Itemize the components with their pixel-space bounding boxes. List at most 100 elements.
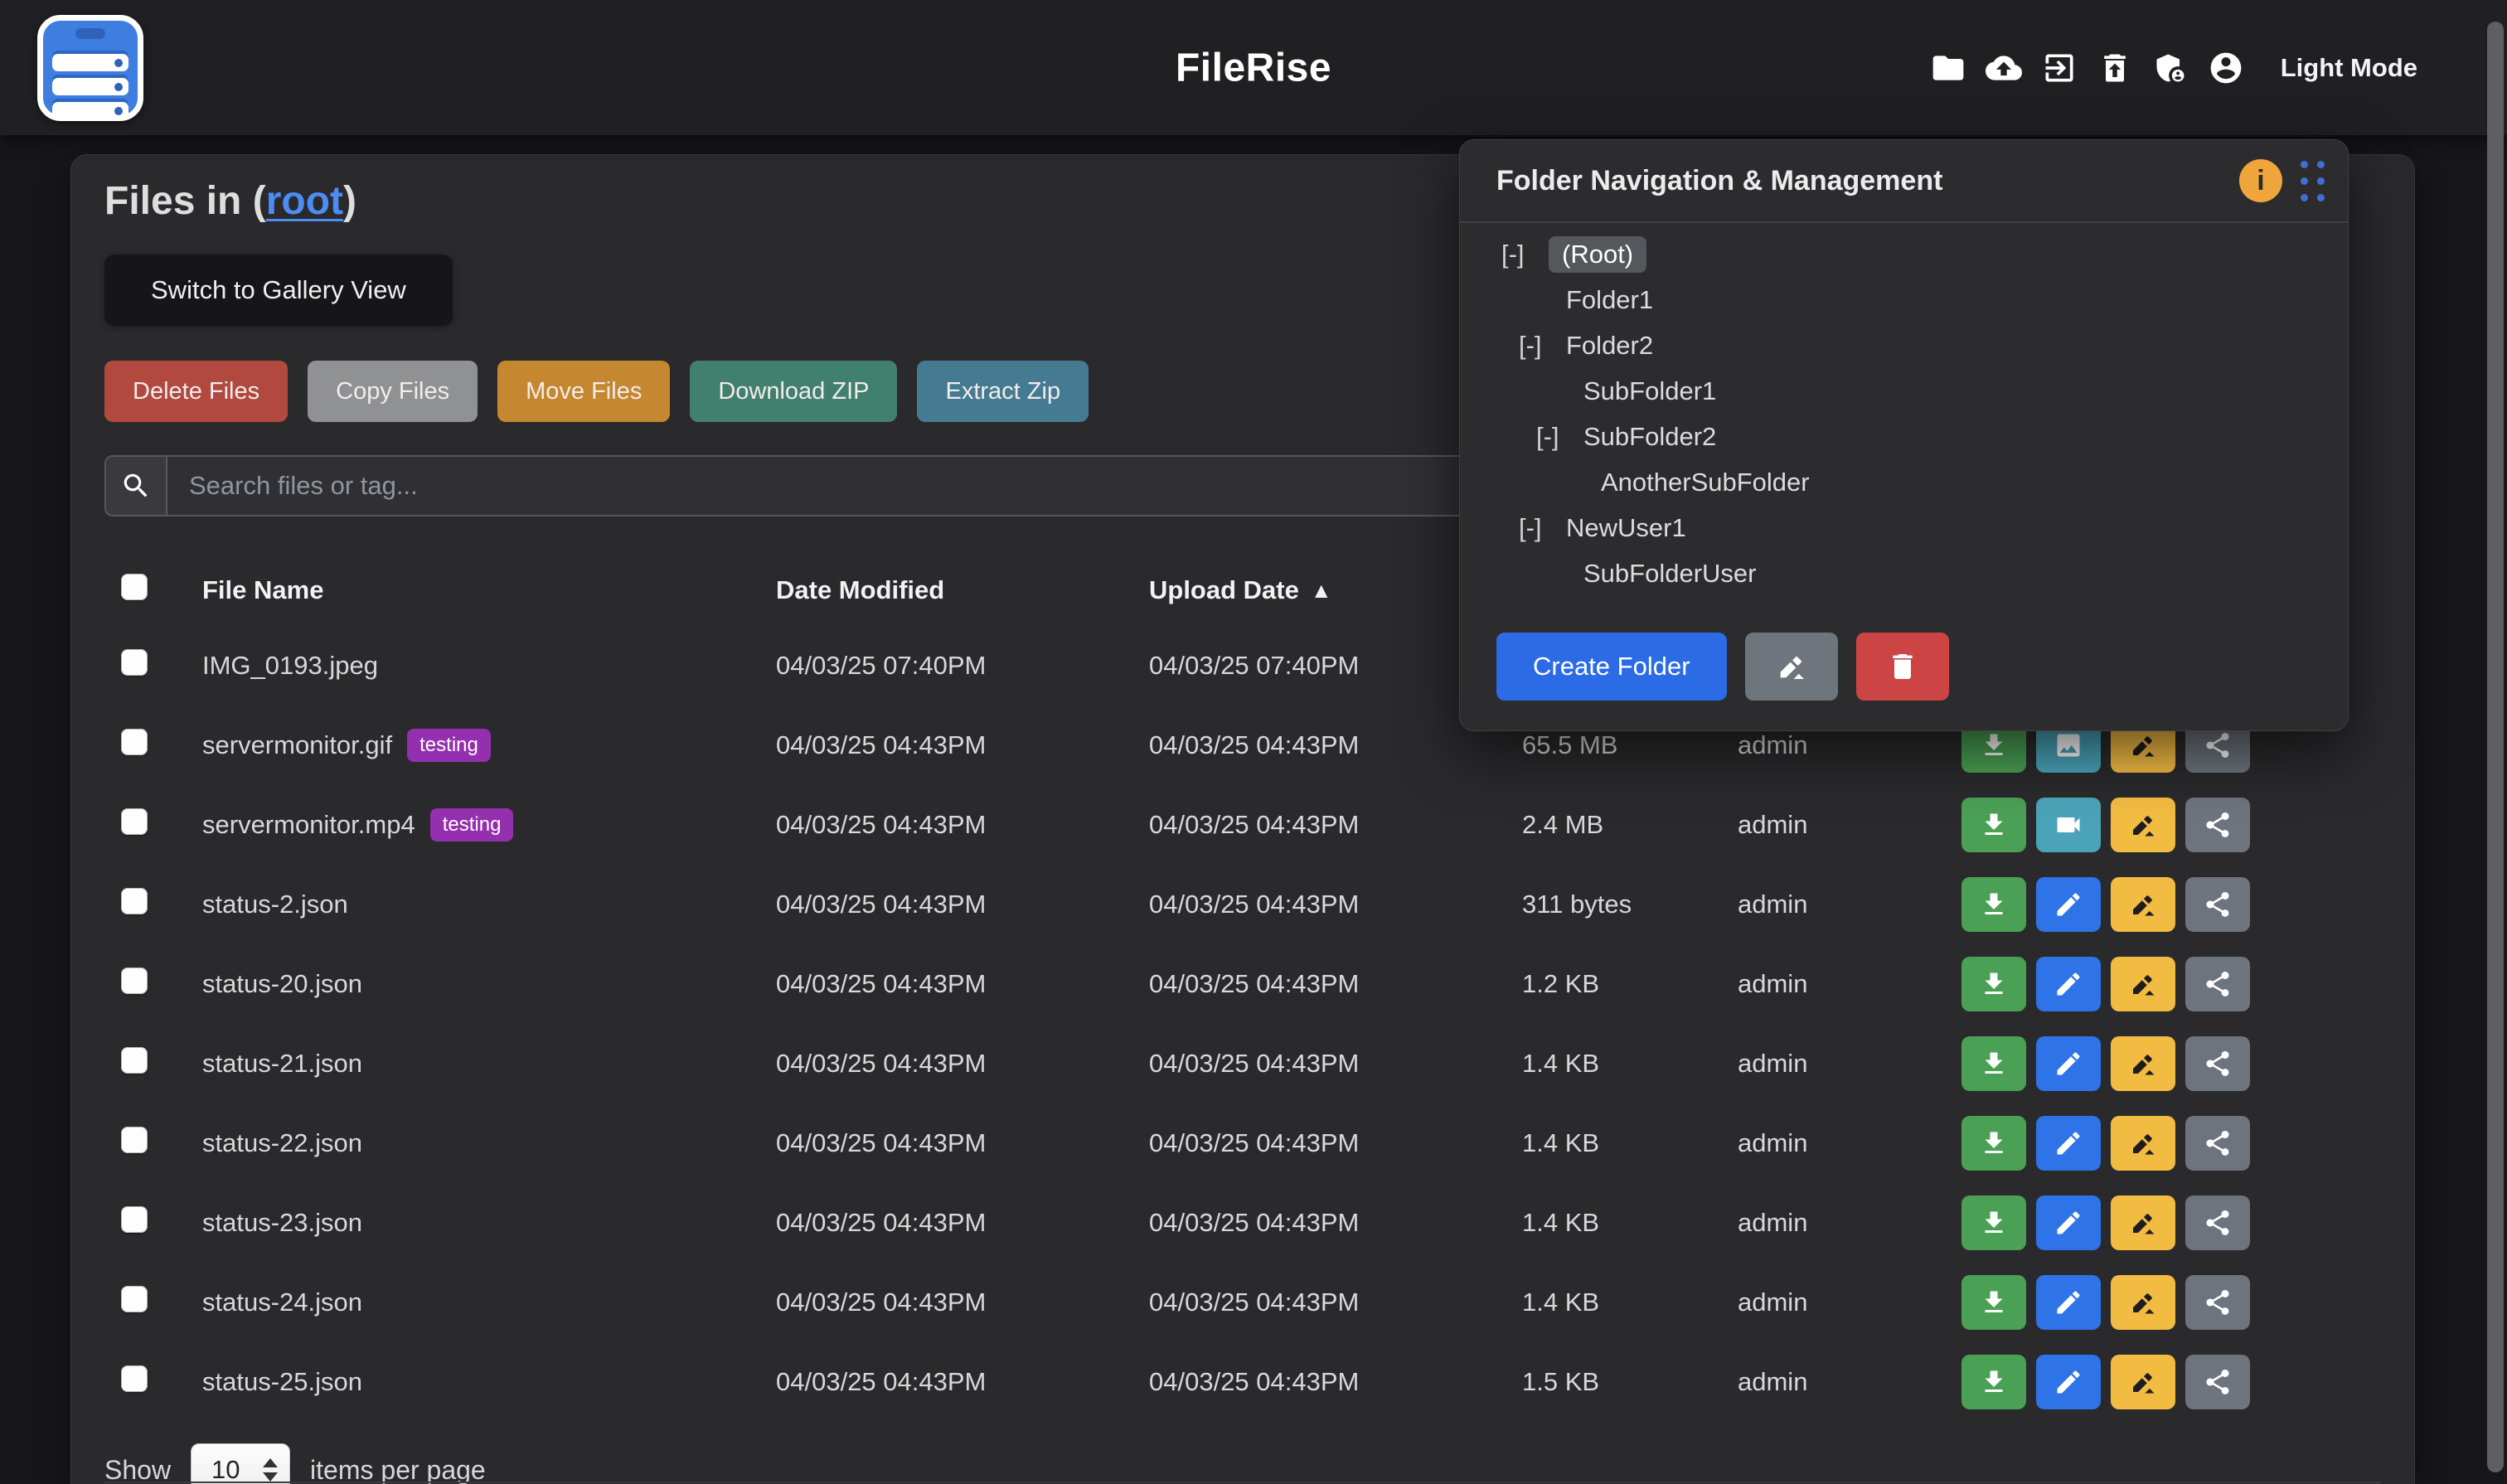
file-size: 311 bytes xyxy=(1522,890,1738,919)
admin-shield-icon[interactable] xyxy=(2151,49,2189,87)
rename-button[interactable] xyxy=(2111,1275,2175,1330)
tree-expand-toggle[interactable]: [-] xyxy=(1501,240,1539,269)
folder-tree-item[interactable]: SubFolderUser xyxy=(1460,550,2348,596)
row-checkbox[interactable] xyxy=(121,1127,148,1153)
edit-file-button[interactable] xyxy=(2036,1195,2101,1250)
row-checkbox[interactable] xyxy=(121,808,148,835)
download-button[interactable] xyxy=(1961,1275,2026,1330)
tree-expand-toggle[interactable]: [-] xyxy=(1519,513,1556,543)
share-button[interactable] xyxy=(2185,1355,2250,1409)
tree-expand-toggle[interactable]: [-] xyxy=(1519,331,1556,361)
folder-tree-item[interactable]: [-] Folder2 xyxy=(1460,323,2348,368)
edit-file-button[interactable] xyxy=(2036,1355,2101,1409)
folder-icon[interactable] xyxy=(1929,49,1967,87)
search-input[interactable] xyxy=(167,457,1487,515)
uploader: admin xyxy=(1738,730,1961,760)
file-name: status-22.json xyxy=(202,1128,362,1158)
folder-name: NewUser1 xyxy=(1566,513,1686,543)
rename-button[interactable] xyxy=(2111,1036,2175,1091)
rename-button[interactable] xyxy=(2111,1355,2175,1409)
folder-tree-item[interactable]: Folder1 xyxy=(1460,277,2348,323)
share-button[interactable] xyxy=(2185,798,2250,852)
info-icon[interactable] xyxy=(2239,159,2282,202)
row-checkbox[interactable] xyxy=(121,1365,148,1392)
share-button[interactable] xyxy=(2185,1195,2250,1250)
file-name: servermonitor.gif xyxy=(202,730,392,760)
upload-date: 04/03/25 04:43PM xyxy=(1149,1049,1522,1079)
row-checkbox[interactable] xyxy=(121,968,148,994)
rename-button[interactable] xyxy=(2111,798,2175,852)
items-per-page-select[interactable]: 10 xyxy=(191,1443,290,1484)
edit-file-button[interactable] xyxy=(2036,1116,2101,1171)
uploader: admin xyxy=(1738,1288,1961,1317)
download-button[interactable] xyxy=(1961,1116,2026,1171)
page-scrollbar[interactable] xyxy=(2487,22,2504,1472)
edit-file-button[interactable] xyxy=(2036,1275,2101,1330)
download-button[interactable] xyxy=(1961,798,2026,852)
restore-trash-icon[interactable] xyxy=(2096,49,2134,87)
tree-expand-toggle[interactable]: [-] xyxy=(1536,422,1574,452)
share-button[interactable] xyxy=(2185,1116,2250,1171)
download-button[interactable] xyxy=(1961,957,2026,1011)
row-checkbox[interactable] xyxy=(121,649,148,676)
logout-icon[interactable] xyxy=(2040,49,2078,87)
download-button[interactable] xyxy=(1961,877,2026,932)
edit-file-button[interactable] xyxy=(2036,1036,2101,1091)
account-icon[interactable] xyxy=(2207,49,2245,87)
share-button[interactable] xyxy=(2185,1275,2250,1330)
table-bottom-divider xyxy=(104,1482,2381,1483)
switch-gallery-view-button[interactable]: Switch to Gallery View xyxy=(104,255,453,326)
rename-button[interactable] xyxy=(2111,957,2175,1011)
edit-file-button[interactable] xyxy=(2036,877,2101,932)
folder-tree-item[interactable]: [-] NewUser1 xyxy=(1460,505,2348,550)
folder-tree-item[interactable]: [-] (Root) xyxy=(1460,231,2348,277)
cloud-upload-icon[interactable] xyxy=(1985,49,2023,87)
column-file-name[interactable]: File Name xyxy=(202,575,323,605)
app-logo[interactable] xyxy=(37,15,143,121)
rename-button[interactable] xyxy=(2111,1116,2175,1171)
move-files-button[interactable]: Move Files xyxy=(497,361,670,422)
root-folder-link[interactable]: root xyxy=(266,179,343,223)
share-button[interactable] xyxy=(2185,1036,2250,1091)
delete-folder-button[interactable] xyxy=(1856,633,1949,701)
download-button[interactable] xyxy=(1961,1036,2026,1091)
column-upload-date[interactable]: Upload Date xyxy=(1149,575,1299,605)
search-bar xyxy=(104,455,1489,516)
folder-panel-buttons: Create Folder xyxy=(1496,633,1949,701)
rename-button[interactable] xyxy=(2111,1195,2175,1250)
date-modified: 04/03/25 04:43PM xyxy=(776,1288,1149,1317)
drag-handle-icon[interactable] xyxy=(2301,161,2325,201)
file-name: status-23.json xyxy=(202,1208,362,1238)
download-zip-button[interactable]: Download ZIP xyxy=(690,361,897,422)
folder-tree-item[interactable]: SubFolder1 xyxy=(1460,368,2348,414)
extract-zip-button[interactable]: Extract Zip xyxy=(917,361,1089,422)
table-row: servermonitor.mp4testing 04/03/25 04:43P… xyxy=(104,785,2381,865)
select-all-checkbox[interactable] xyxy=(121,574,148,600)
video-preview-button[interactable] xyxy=(2036,798,2101,852)
show-label: Show xyxy=(104,1455,171,1484)
copy-files-button[interactable]: Copy Files xyxy=(308,361,478,422)
folder-name: Folder2 xyxy=(1566,331,1653,361)
delete-files-button[interactable]: Delete Files xyxy=(104,361,288,422)
file-name: status-25.json xyxy=(202,1367,362,1397)
column-date-modified[interactable]: Date Modified xyxy=(776,575,944,604)
row-checkbox[interactable] xyxy=(121,1286,148,1312)
rename-folder-button[interactable] xyxy=(1745,633,1838,701)
row-checkbox[interactable] xyxy=(121,1206,148,1233)
download-button[interactable] xyxy=(1961,1195,2026,1250)
row-checkbox[interactable] xyxy=(121,1047,148,1074)
create-folder-button[interactable]: Create Folder xyxy=(1496,633,1727,701)
download-button[interactable] xyxy=(1961,1355,2026,1409)
file-name: IMG_0193.jpeg xyxy=(202,651,378,681)
folder-tree-item[interactable]: AnotherSubFolder xyxy=(1460,459,2348,505)
folder-tree-item[interactable]: [-] SubFolder2 xyxy=(1460,414,2348,459)
file-name: servermonitor.mp4 xyxy=(202,810,415,840)
rename-button[interactable] xyxy=(2111,877,2175,932)
light-mode-toggle[interactable]: Light Mode xyxy=(2281,53,2417,83)
share-button[interactable] xyxy=(2185,877,2250,932)
row-checkbox[interactable] xyxy=(121,888,148,914)
edit-file-button[interactable] xyxy=(2036,957,2101,1011)
row-checkbox[interactable] xyxy=(121,729,148,755)
share-button[interactable] xyxy=(2185,957,2250,1011)
date-modified: 04/03/25 04:43PM xyxy=(776,810,1149,840)
